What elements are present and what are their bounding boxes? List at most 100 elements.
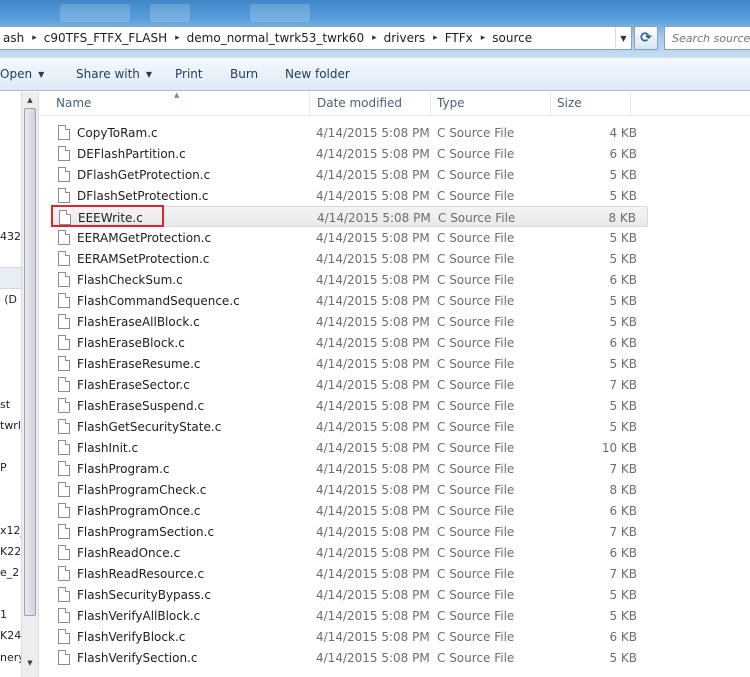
nav-item[interactable]: e (D [0,293,17,306]
file-row[interactable]: DEFlashPartition.c 4/14/2015 5:08 PM C Sou… [51,143,648,164]
nav-item[interactable]: 1 [0,608,7,621]
column-divider[interactable] [430,92,431,116]
print-button[interactable]: Print [175,67,203,81]
breadcrumb-separator-icon[interactable]: ▸ [429,33,442,43]
nav-item[interactable]: st [0,398,10,411]
c-source-file-icon [58,230,70,245]
file-row[interactable]: FlashEraseAllBlock.c 4/14/2015 5:08 PM C S… [51,311,648,332]
burn-button[interactable]: Burn [230,67,258,81]
file-date-modified: 4/14/2015 5:08 PM [316,399,430,413]
file-row[interactable]: DFlashGetProtection.c 4/14/2015 5:08 PM C … [51,164,648,185]
nav-item[interactable]: 432 [0,230,21,243]
file-row[interactable]: FlashCheckSum.c 4/14/2015 5:08 PM C Source… [51,269,648,290]
column-header-name[interactable]: Name [56,96,91,110]
breadcrumb-segment[interactable]: ash [0,31,28,45]
c-source-file-icon [58,314,70,329]
pane-divider[interactable] [38,92,39,677]
column-header-size[interactable]: Size [557,96,582,110]
open-button[interactable]: Open ▼ [0,67,44,81]
file-row[interactable]: FlashVerifySection.c 4/14/2015 5:08 PM C S… [51,647,648,668]
breadcrumb-segment[interactable]: FTFx [442,31,477,45]
file-row[interactable]: FlashInit.c 4/14/2015 5:08 PM C Source Fil… [51,437,648,458]
search-input[interactable] [665,27,750,49]
file-type: C Source File [437,483,515,497]
file-date-modified: 4/14/2015 5:08 PM [316,315,430,329]
nav-item[interactable]: P [0,461,7,474]
column-divider[interactable] [550,92,551,116]
file-type: C Source File [437,252,515,266]
file-date-modified: 4/14/2015 5:08 PM [317,211,431,225]
file-size: 6 KB [609,630,637,644]
file-date-modified: 4/14/2015 5:08 PM [316,462,430,476]
breadcrumb-segment[interactable]: demo_normal_twrk53_twrk60 [184,31,368,45]
file-size: 7 KB [609,525,637,539]
c-source-file-icon [58,608,70,623]
file-row[interactable]: FlashEraseBlock.c 4/14/2015 5:08 PM C Sour… [51,332,648,353]
file-row[interactable]: FlashProgramCheck.c 4/14/2015 5:08 PM C So… [51,479,648,500]
breadcrumb-separator-icon[interactable]: ▸ [368,33,381,43]
file-type: C Source File [437,315,515,329]
column-header-row: ▲ Name Date modified Type Size [39,91,750,116]
file-name: FlashProgram.c [77,462,170,476]
navigation-pane: 432 e (D st twrl P x12_ K22 e_2 1 K24F n… [0,92,21,677]
file-row[interactable]: FlashEraseSector.c 4/14/2015 5:08 PM C Sou… [51,374,648,395]
nav-item[interactable]: twrl [0,419,21,432]
nav-item[interactable]: K22 [0,545,21,558]
refresh-button[interactable]: ⟳ [634,26,658,50]
file-row[interactable]: FlashProgramSection.c 4/14/2015 5:08 PM C … [51,521,648,542]
file-size: 6 KB [609,546,637,560]
column-header-date[interactable]: Date modified [317,96,402,110]
file-name: FlashEraseAllBlock.c [77,315,200,329]
column-divider[interactable] [309,92,310,116]
file-row[interactable]: FlashGetSecurityState.c 4/14/2015 5:08 PM… [51,416,648,437]
nav-item[interactable]: e_2 [0,566,19,579]
nav-item[interactable]: nery [0,651,21,664]
file-row[interactable]: FlashReadResource.c 4/14/2015 5:08 PM C So… [51,563,648,584]
search-box[interactable] [664,26,750,50]
nav-item[interactable]: K24F [0,629,21,642]
breadcrumb-segment[interactable]: source [489,31,536,45]
column-header-type[interactable]: Type [437,96,465,110]
share-with-button[interactable]: Share with ▼ [76,67,152,81]
file-size: 8 KB [609,483,637,497]
file-row[interactable]: EERAMGetProtection.c 4/14/2015 5:08 PM C S… [51,227,648,248]
file-date-modified: 4/14/2015 5:08 PM [316,168,430,182]
file-row[interactable]: FlashReadOnce.c 4/14/2015 5:08 PM C Source… [51,542,648,563]
address-dropdown-icon[interactable]: ▼ [615,27,631,49]
column-divider[interactable] [630,92,631,116]
file-date-modified: 4/14/2015 5:08 PM [316,651,430,665]
file-row[interactable]: FlashVerifyBlock.c 4/14/2015 5:08 PM C Sou… [51,626,648,647]
new-folder-button[interactable]: New folder [285,67,350,81]
scroll-up-icon[interactable]: ▲ [22,92,38,108]
file-row[interactable]: FlashProgramOnce.c 4/14/2015 5:08 PM C Sou… [51,500,648,521]
blurred-title-region [250,4,310,22]
breadcrumb-separator-icon[interactable]: ▸ [171,33,184,43]
file-row[interactable]: CopyToRam.c 4/14/2015 5:08 PM C Source Fil… [51,122,648,143]
chevron-down-icon: ▼ [38,70,45,79]
file-row[interactable]: FlashVerifyAllBlock.c 4/14/2015 5:08 PM C … [51,605,648,626]
address-bar[interactable]: ash ▸ c90TFS_FTFX_FLASH ▸ demo_normal_tw… [0,26,632,50]
file-size: 5 KB [609,231,637,245]
breadcrumb-separator-icon[interactable]: ▸ [28,33,41,43]
file-row[interactable]: DFlashSetProtection.c 4/14/2015 5:08 PM C … [51,185,648,206]
file-row[interactable]: FlashCommandSequence.c 4/14/2015 5:08 PM C… [51,290,648,311]
file-row[interactable]: FlashSecurityBypass.c 4/14/2015 5:08 PM C … [51,584,648,605]
file-row[interactable]: EERAMSetProtection.c 4/14/2015 5:08 PM C S… [51,248,648,269]
c-source-file-icon [58,461,70,476]
file-size: 5 KB [609,651,637,665]
file-date-modified: 4/14/2015 5:08 PM [316,483,430,497]
file-row[interactable]: FlashEraseSuspend.c 4/14/2015 5:08 PM C So… [51,395,648,416]
file-name: FlashEraseResume.c [77,357,201,371]
breadcrumb-segment[interactable]: drivers [381,31,430,45]
scrollbar-thumb[interactable] [24,108,36,616]
file-type: C Source File [437,399,515,413]
file-row[interactable]: FlashEraseResume.c 4/14/2015 5:08 PM C Sou… [51,353,648,374]
c-source-file-icon [58,587,70,602]
file-row[interactable]: FlashProgram.c 4/14/2015 5:08 PM C Source … [51,458,648,479]
scroll-down-icon[interactable]: ▼ [22,655,38,671]
breadcrumb-segment[interactable]: c90TFS_FTFX_FLASH [41,31,171,45]
file-name: DFlashSetProtection.c [77,189,209,203]
nav-item[interactable]: x12_ [0,524,21,537]
breadcrumb-separator-icon[interactable]: ▸ [477,33,490,43]
nav-scrollbar[interactable]: ▲ ▼ [21,92,38,677]
